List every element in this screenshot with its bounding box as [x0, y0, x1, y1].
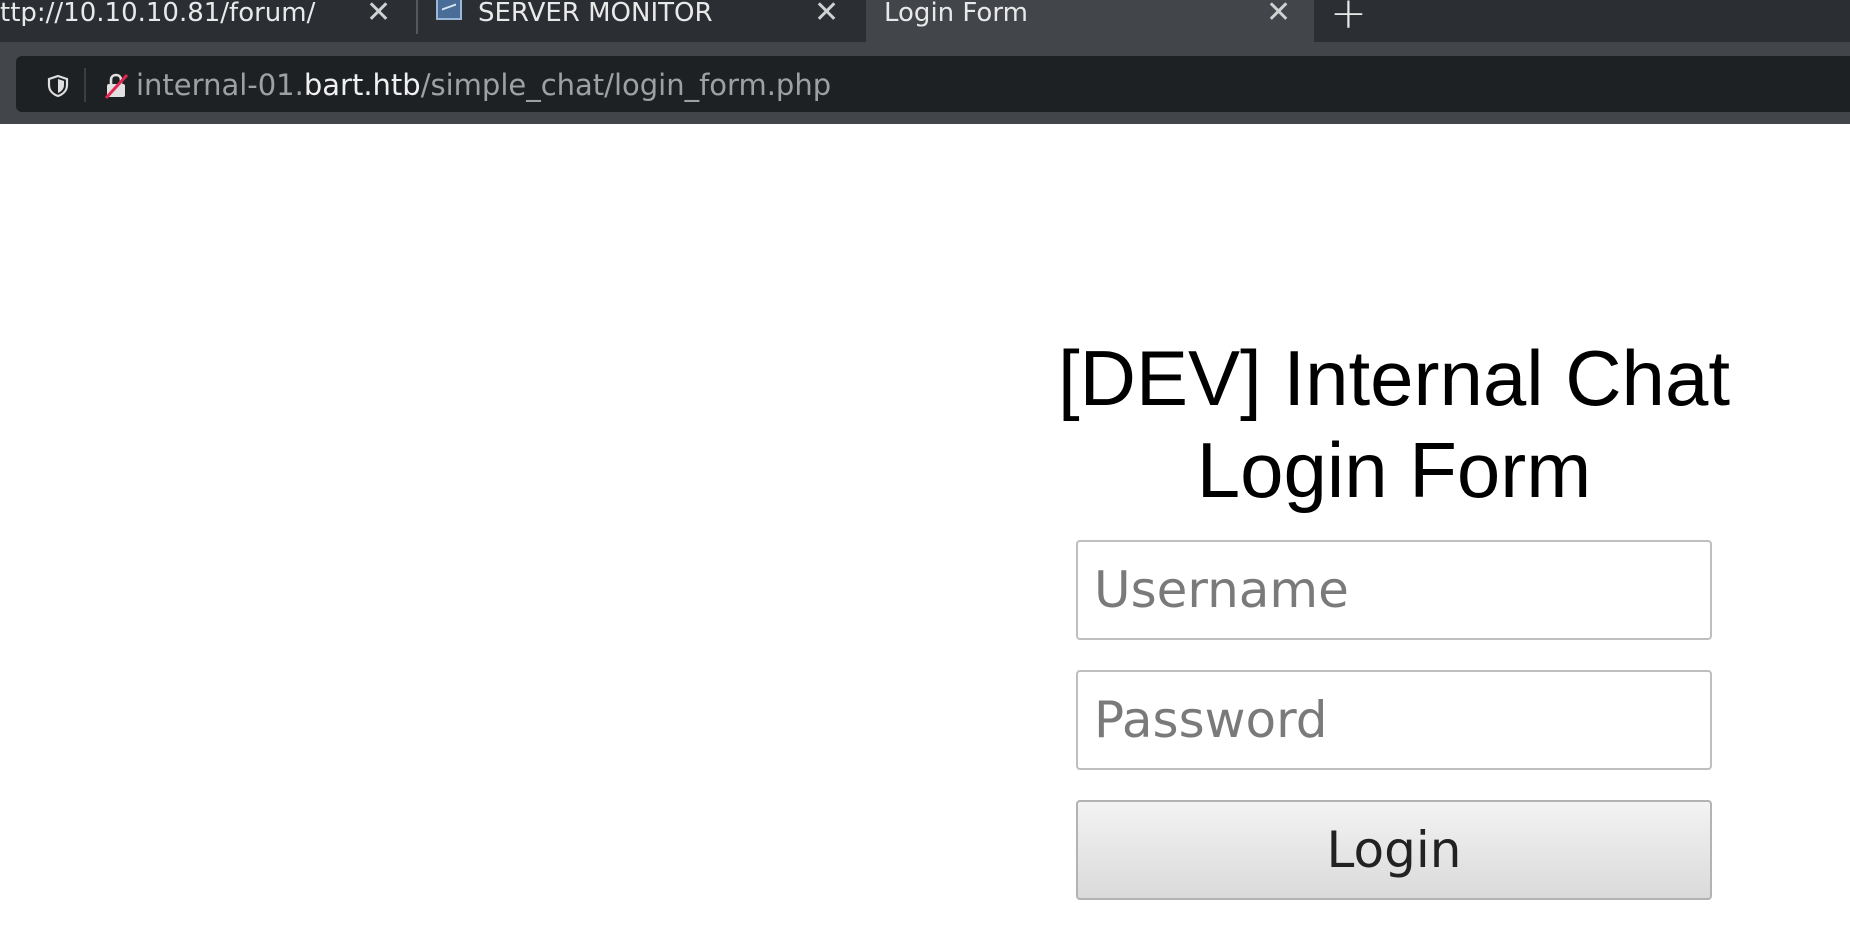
insecure-lock-icon[interactable] [102, 72, 130, 100]
page-title-line-1: [DEV] Internal Chat [1058, 334, 1730, 422]
tab-strip: ttp://10.10.10.81/forum/ ✕ SERVER MONITO… [0, 0, 1850, 42]
login-button[interactable]: Login [1076, 800, 1712, 900]
shield-icon[interactable] [46, 74, 70, 98]
tab-label: SERVER MONITOR [478, 0, 713, 28]
username-input[interactable] [1076, 540, 1712, 640]
address-bar-separator [84, 68, 86, 102]
url-prefix: internal-01. [136, 68, 304, 102]
tab-login-form[interactable]: Login Form ✕ [866, 0, 1314, 42]
password-input[interactable] [1076, 670, 1712, 770]
tab-forum[interactable]: ttp://10.10.10.81/forum/ ✕ [0, 0, 416, 42]
navigation-bar: internal-01.bart.htb/simple_chat/login_f… [0, 42, 1850, 124]
new-tab-button[interactable]: + [1330, 0, 1367, 36]
url-domain: bart.htb [303, 68, 421, 102]
tab-label: Login Form [884, 0, 1028, 28]
page-title-line-2: Login Form [1196, 426, 1592, 514]
tab-label: ttp://10.10.10.81/forum/ [0, 0, 316, 26]
tab-server-monitor[interactable]: SERVER MONITOR ✕ [418, 0, 866, 42]
page-content: [DEV] Internal Chat Login Form Login [0, 124, 1850, 948]
close-tab-icon[interactable]: ✕ [366, 0, 391, 28]
chart-favicon-icon [436, 0, 462, 20]
close-tab-icon[interactable]: ✕ [1266, 0, 1291, 28]
address-bar[interactable]: internal-01.bart.htb/simple_chat/login_f… [16, 56, 1850, 112]
url-text[interactable]: internal-01.bart.htb/simple_chat/login_f… [136, 68, 831, 102]
url-path: /simple_chat/login_form.php [420, 68, 832, 102]
page-title: [DEV] Internal Chat Login Form [1035, 332, 1753, 516]
close-tab-icon[interactable]: ✕ [814, 0, 839, 28]
